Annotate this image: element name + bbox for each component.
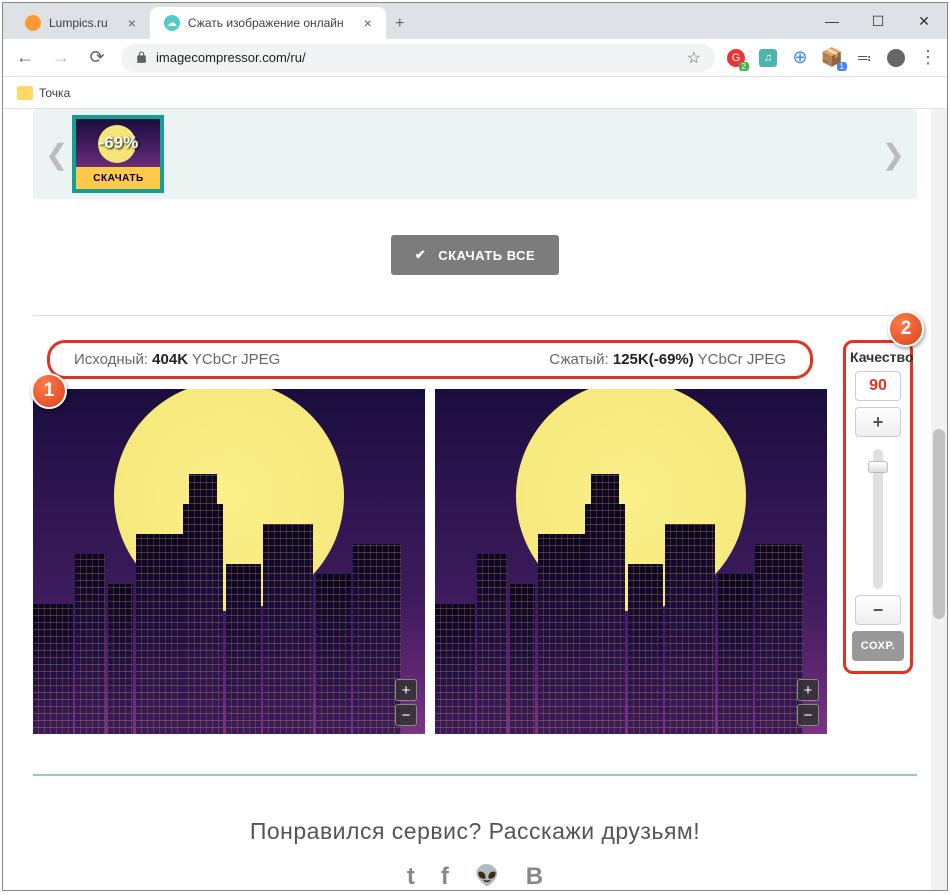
url-text: imagecompressor.com/ru/ <box>156 50 306 65</box>
zoom-out-button[interactable]: − <box>797 704 819 726</box>
tab-label: Lumpics.ru <box>49 16 108 30</box>
quality-panel: 2 Качество + − СОХР. <box>843 340 913 674</box>
quality-slider[interactable] <box>873 449 883 589</box>
minimize-button[interactable]: ― <box>809 3 855 39</box>
maximize-button[interactable]: ☐ <box>855 3 901 39</box>
address-bar[interactable]: imagecompressor.com/ru/ ☆ <box>121 44 715 72</box>
compressed-image[interactable]: + − <box>435 389 827 734</box>
thumbnail-image: -69% <box>76 119 160 167</box>
quality-save-button[interactable]: СОХР. <box>852 631 904 661</box>
original-image[interactable]: + − <box>33 389 425 734</box>
lock-icon <box>135 51 148 64</box>
slider-handle[interactable] <box>868 461 888 473</box>
divider <box>33 315 917 316</box>
quality-decrease-button[interactable]: − <box>855 595 901 625</box>
forward-button[interactable]: → <box>49 47 73 68</box>
ext-icon[interactable]: G2 <box>727 49 745 67</box>
footer: Понравился сервис? Расскажи друзьям! t f… <box>33 734 917 890</box>
favicon-lumpics <box>25 15 41 31</box>
zoom-out-button[interactable]: − <box>395 704 417 726</box>
folder-icon <box>17 86 33 100</box>
carousel-prev[interactable]: ❮ <box>41 138 72 171</box>
vk-icon[interactable]: B <box>526 863 543 890</box>
reload-button[interactable]: ⟳ <box>85 47 109 68</box>
original-label: Исходный: <box>74 351 152 368</box>
share-title: Понравился сервис? Расскажи друзьям! <box>33 818 917 845</box>
image-compare: 1 <box>33 389 827 734</box>
download-all-button[interactable]: ✔ СКАЧАТЬ ВСЕ <box>391 235 559 275</box>
scroll-thumb[interactable] <box>933 429 945 619</box>
check-icon: ✔ <box>415 247 426 263</box>
social-icons: t f 👽 B <box>33 863 917 890</box>
extension-icons: G2 ♫ ⊕ 📦1 ≕ ⋮ <box>727 47 937 68</box>
callout-2: 2 <box>888 311 924 347</box>
avatar[interactable] <box>887 49 905 67</box>
window-controls: ― ☐ ✕ <box>809 3 947 39</box>
ext-icon[interactable]: 📦1 <box>823 49 841 67</box>
tab-strip: Lumpics.ru × ☁ Сжать изображение онлайн … <box>3 3 947 39</box>
new-tab-button[interactable]: + <box>386 15 414 39</box>
download-all-label: СКАЧАТЬ ВСЕ <box>438 248 535 263</box>
scrollbar[interactable] <box>931 109 947 890</box>
tumblr-icon[interactable]: t <box>407 863 415 890</box>
compressed-label: Сжатый: <box>549 351 613 368</box>
back-button[interactable]: ← <box>13 47 37 68</box>
bookmarks-bar: Точка <box>3 77 947 109</box>
facebook-icon[interactable]: f <box>441 863 449 890</box>
compressed-size: 125K(-69%) <box>613 351 694 368</box>
close-icon[interactable]: × <box>128 15 136 31</box>
tab-compressor[interactable]: ☁ Сжать изображение онлайн × <box>150 7 386 39</box>
page-content: ❮ -69% СКАЧАТЬ ❯ ✔ СКАЧАТЬ ВСЕ <box>3 109 947 890</box>
favicon-compressor: ☁ <box>164 15 180 31</box>
callout-1: 1 <box>31 373 67 409</box>
close-button[interactable]: ✕ <box>901 3 947 39</box>
thumbnail-card[interactable]: -69% СКАЧАТЬ <box>72 115 164 193</box>
ext-icon[interactable]: ⊕ <box>791 49 809 67</box>
browser-window: Lumpics.ru × ☁ Сжать изображение онлайн … <box>2 2 948 891</box>
browser-toolbar: ← → ⟳ imagecompressor.com/ru/ ☆ G2 ♫ ⊕ 📦… <box>3 39 947 77</box>
reddit-icon[interactable]: 👽 <box>475 863 500 890</box>
comparison-section: Исходный: 404K YCbCr JPEG Сжатый: 125K(-… <box>33 340 917 734</box>
quality-title: Качество <box>850 349 906 365</box>
thumbnail-carousel: ❮ -69% СКАЧАТЬ ❯ <box>33 109 917 199</box>
close-icon[interactable]: × <box>364 15 372 31</box>
compression-percent: -69% <box>99 133 139 153</box>
zoom-in-button[interactable]: + <box>395 679 417 701</box>
tab-lumpics[interactable]: Lumpics.ru × <box>11 7 150 39</box>
ext-icon[interactable]: ≕ <box>855 49 873 67</box>
divider <box>33 774 917 776</box>
bookmark-star-icon[interactable]: ☆ <box>687 48 701 68</box>
tab-label: Сжать изображение онлайн <box>188 16 344 30</box>
carousel-next[interactable]: ❯ <box>878 138 909 171</box>
download-thumb-button[interactable]: СКАЧАТЬ <box>76 167 160 189</box>
zoom-controls: + − <box>797 679 819 726</box>
zoom-controls: + − <box>395 679 417 726</box>
original-size: 404K <box>152 351 188 368</box>
menu-button[interactable]: ⋮ <box>919 47 937 68</box>
bookmark-item[interactable]: Точка <box>39 86 70 100</box>
original-format: YCbCr JPEG <box>188 351 280 368</box>
info-bar: Исходный: 404K YCbCr JPEG Сжатый: 125K(-… <box>47 340 813 379</box>
ext-icon[interactable]: ♫ <box>759 49 777 67</box>
quality-increase-button[interactable]: + <box>855 407 901 437</box>
quality-input[interactable] <box>855 371 901 401</box>
compressed-format: YCbCr JPEG <box>694 351 786 368</box>
zoom-in-button[interactable]: + <box>797 679 819 701</box>
